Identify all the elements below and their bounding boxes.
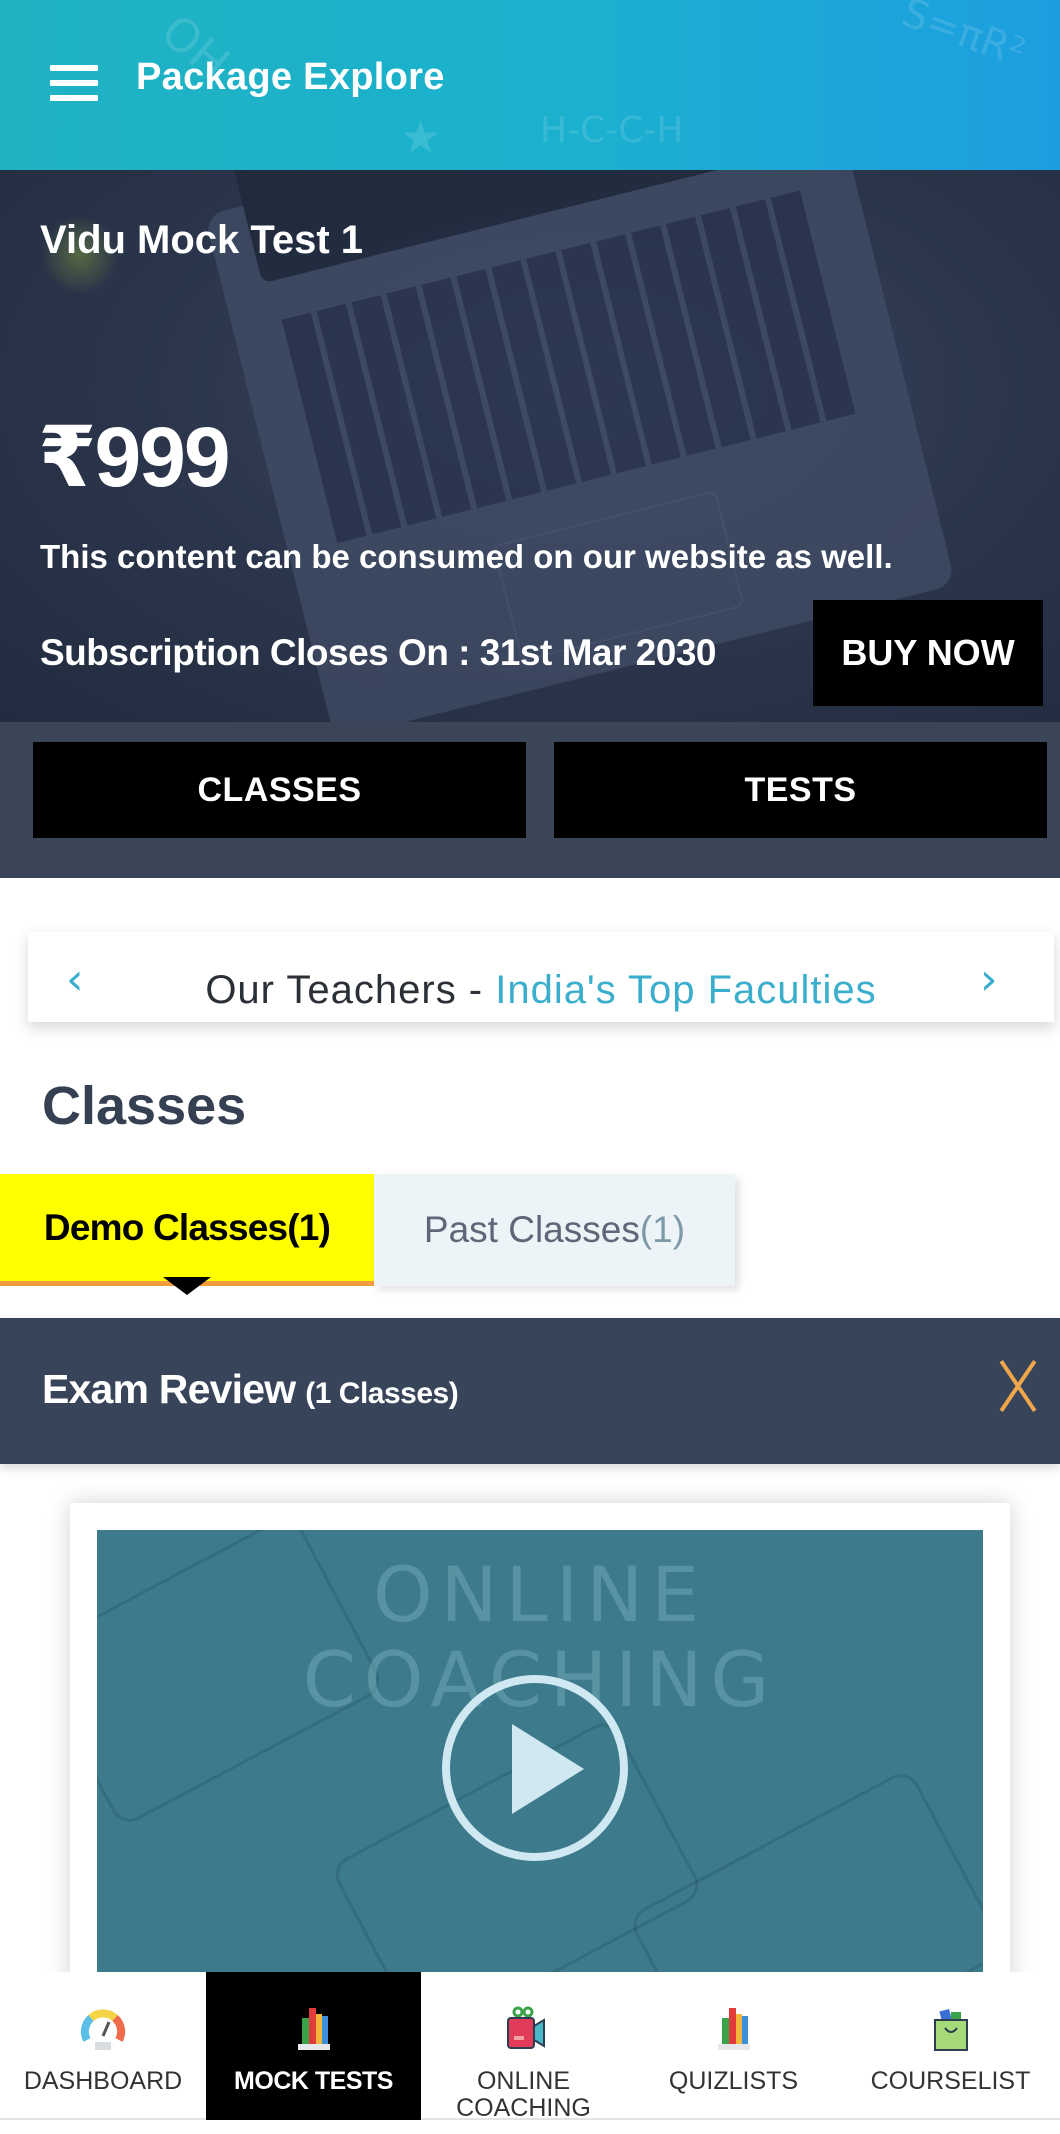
- video-thumbnail[interactable]: ONLINE COACHING: [97, 1530, 983, 2010]
- shopping-bag-icon: [933, 2008, 968, 2051]
- nav-online-coaching[interactable]: ONLINE COACHING: [421, 1972, 626, 2122]
- tab-label: Past Classes: [423, 1209, 640, 1250]
- menu-bar: [50, 65, 98, 71]
- tab-past-classes[interactable]: Past Classes (1): [374, 1174, 735, 1286]
- app-bar: OH ★ H-C-C-H S=πR² Package Explore: [0, 0, 1060, 170]
- nav-mock-tests[interactable]: MOCK TESTS: [206, 1972, 421, 2120]
- books-icon: [717, 2008, 750, 2050]
- classes-heading: Classes: [42, 1076, 247, 1136]
- class-group-header[interactable]: Exam Review (1 Classes): [0, 1318, 1060, 1464]
- tab-count: (1): [639, 1209, 686, 1250]
- teachers-carousel: ‹ Our Teachers - India's Top Faculties ›: [28, 932, 1054, 1022]
- menu-bar: [50, 80, 98, 86]
- nav-label: DASHBOARD: [23, 2067, 183, 2095]
- tests-button[interactable]: TESTS: [554, 742, 1047, 838]
- package-price: ₹999: [38, 410, 231, 504]
- website-note: This content can be consumed on our webs…: [40, 538, 893, 575]
- nav-courselist[interactable]: COURSELIST: [841, 1972, 1060, 2120]
- hamburger-menu-icon[interactable]: [50, 62, 100, 104]
- dashboard-gauge-icon: [80, 2009, 126, 2050]
- section-switcher: CLASSES TESTS: [0, 722, 1060, 878]
- nav-label: COURSELIST: [870, 2067, 1031, 2095]
- nav-dashboard[interactable]: DASHBOARD: [0, 1972, 206, 2120]
- bottom-navigation: DASHBOARD MOCK TESTS ONLINE COACHING QUI…: [0, 1972, 1060, 2122]
- class-group-title: Exam Review (1 Classes): [42, 1366, 459, 1413]
- video-watermark: ONLINE: [372, 1550, 708, 1639]
- active-tab-caret-icon: [163, 1277, 211, 1295]
- background-doodle: S=πR²: [895, 0, 1031, 77]
- background-doodle: H-C-C-H: [540, 110, 684, 151]
- nav-label: QUIZLISTS: [668, 2067, 799, 2095]
- buy-now-button[interactable]: BUY NOW: [813, 600, 1043, 706]
- teachers-banner-text: Our Teachers - India's Top Faculties: [28, 968, 1054, 1013]
- close-icon[interactable]: [994, 1360, 1042, 1412]
- nav-quizlists[interactable]: QUIZLISTS: [626, 1972, 841, 2120]
- chevron-right-icon[interactable]: ›: [980, 954, 998, 1005]
- subscription-closes-date: Subscription Closes On : 31st Mar 2030: [40, 632, 717, 673]
- group-count: (1 Classes): [305, 1377, 459, 1410]
- books-icon: [297, 2008, 330, 2050]
- tab-label: Demo Classes(1): [43, 1206, 331, 1248]
- nav-label: MOCK TESTS: [234, 2067, 393, 2095]
- play-icon[interactable]: [442, 1675, 628, 1861]
- package-name: Vidu Mock Test 1: [40, 218, 364, 262]
- menu-bar: [50, 95, 98, 101]
- tab-demo-classes[interactable]: Demo Classes(1): [0, 1174, 374, 1286]
- package-explore-screen: OH ★ H-C-C-H S=πR² Package Explore Vidu …: [0, 0, 1060, 2134]
- classes-button[interactable]: CLASSES: [33, 742, 526, 838]
- group-name: Exam Review: [42, 1366, 296, 1412]
- teachers-prefix: Our Teachers -: [205, 968, 496, 1012]
- background-doodle: ★: [400, 110, 442, 164]
- class-video-card: ONLINE COACHING: [70, 1503, 1010, 2010]
- package-hero: Vidu Mock Test 1 ₹999 This content can b…: [0, 170, 1060, 722]
- nav-label: ONLINE COACHING: [456, 2067, 591, 2122]
- teachers-highlight[interactable]: India's Top Faculties: [495, 968, 876, 1012]
- play-triangle: [512, 1724, 584, 1814]
- video-camera-icon: [506, 2006, 545, 2049]
- app-title: Package Explore: [136, 56, 445, 98]
